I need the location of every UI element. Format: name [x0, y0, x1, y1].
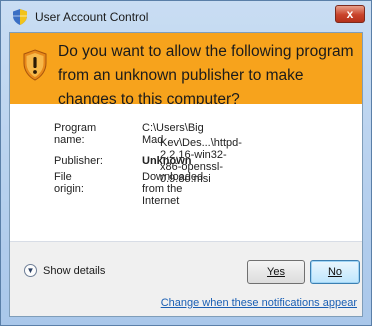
dialog-content: Do you want to allow the following progr…: [9, 32, 363, 317]
notification-settings-link[interactable]: Change when these notifications appear: [161, 297, 357, 309]
show-details-toggle[interactable]: ▼ Show details: [24, 264, 105, 277]
warning-shield-icon: [23, 49, 47, 81]
shield-icon: [13, 8, 27, 25]
file-origin-value: Downloaded from the Internet: [142, 171, 204, 207]
publisher-label: Publisher:: [54, 155, 103, 167]
chevron-down-icon: ▼: [24, 264, 37, 277]
dialog-footer: ▼ Show details Yes No Change when these …: [10, 242, 362, 316]
program-details: Program name: C:\Users\Big Mad Kev\Des..…: [10, 104, 362, 234]
program-name-label: Program name:: [54, 122, 97, 146]
yes-button[interactable]: Yes: [247, 260, 305, 284]
publisher-value: Unknown: [142, 155, 192, 167]
yes-button-label: Yes: [267, 266, 285, 278]
window-title: User Account Control: [35, 9, 149, 24]
no-button[interactable]: No: [310, 260, 360, 284]
show-details-label: Show details: [43, 264, 106, 277]
permission-question: Do you want to allow the following progr…: [58, 43, 354, 108]
file-origin-label: File origin:: [54, 171, 84, 195]
no-button-label: No: [327, 266, 343, 278]
close-button[interactable]: x: [335, 5, 365, 23]
uac-dialog: User Account Control x Do you want to al…: [0, 0, 372, 326]
warning-banner: Do you want to allow the following progr…: [10, 33, 362, 108]
title-bar: User Account Control x: [1, 1, 371, 32]
